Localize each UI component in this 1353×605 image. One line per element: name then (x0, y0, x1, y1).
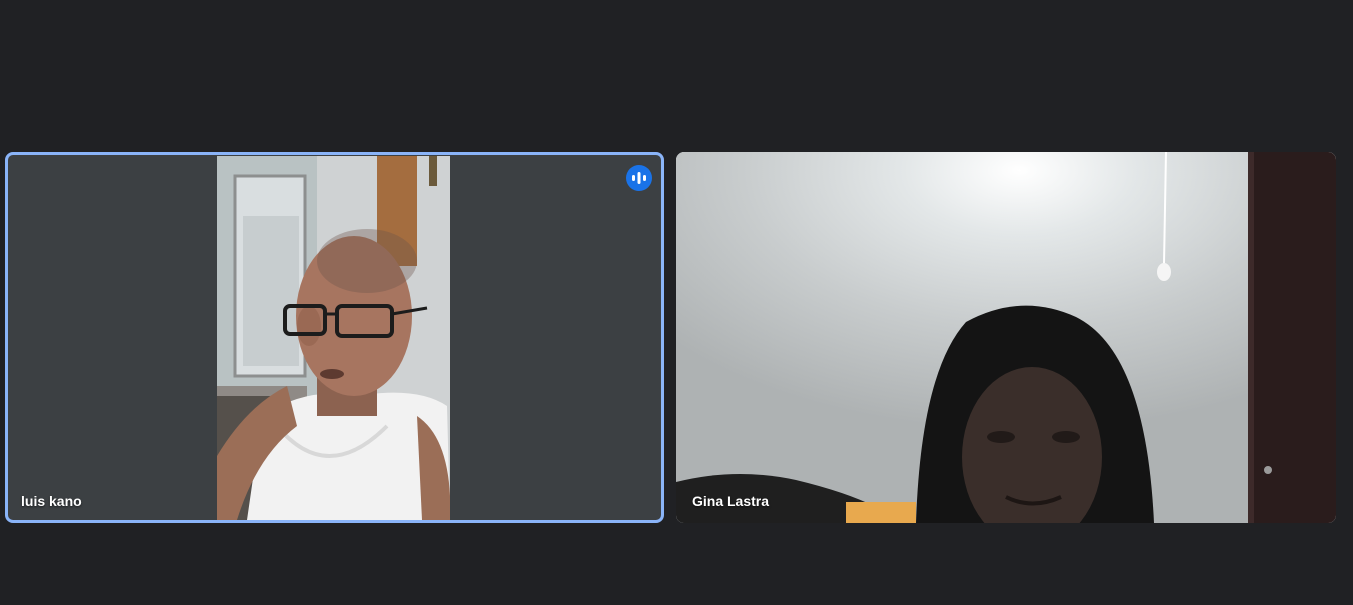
participant-name: luis kano (21, 493, 82, 509)
participant-video-gina-lastra (676, 152, 1336, 523)
participant-video-luis-kano (217, 156, 450, 520)
video-frame-gina-lastra (676, 152, 1336, 523)
participant-tile-luis-kano[interactable]: luis kano (5, 152, 664, 523)
audio-level-icon (626, 165, 652, 191)
meeting-stage: luis kano Gina Lastra (0, 0, 1353, 605)
video-frame-luis-kano (217, 156, 450, 520)
participant-name: Gina Lastra (692, 493, 770, 509)
participant-tile-gina-lastra[interactable]: Gina Lastra (676, 152, 1336, 523)
